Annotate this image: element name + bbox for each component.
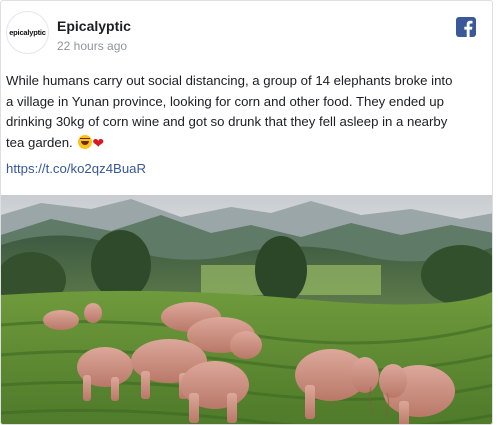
post-body-text: While humans carry out social distancing… bbox=[6, 71, 490, 153]
post-header: epicalyptic Epicalyptic 22 hours ago bbox=[1, 1, 492, 63]
post-text-line-last: tea garden. ❤ bbox=[6, 133, 490, 154]
post-timestamp[interactable]: 22 hours ago bbox=[57, 39, 127, 53]
facebook-post-card: epicalyptic Epicalyptic 22 hours ago Whi… bbox=[0, 0, 493, 425]
red-heart-emoji: ❤ bbox=[92, 134, 105, 151]
post-text-line: tea garden. bbox=[6, 134, 73, 150]
post-link[interactable]: https://t.co/ko2qz4BuaR bbox=[6, 161, 146, 176]
avatar-logo-text: epicalyptic bbox=[9, 28, 46, 37]
post-text-line: a village in Yunan province, looking for… bbox=[6, 93, 444, 109]
laughing-with-tears-emoji bbox=[78, 134, 93, 149]
facebook-icon[interactable] bbox=[456, 17, 476, 37]
page-avatar[interactable]: epicalyptic bbox=[6, 11, 49, 54]
post-text-line: drinking 30kg of corn wine and got so dr… bbox=[6, 114, 448, 129]
post-text-line: While humans carry out social distancing… bbox=[6, 73, 453, 88]
page-name-link[interactable]: Epicalyptic bbox=[57, 18, 131, 34]
post-photo[interactable] bbox=[1, 195, 492, 424]
